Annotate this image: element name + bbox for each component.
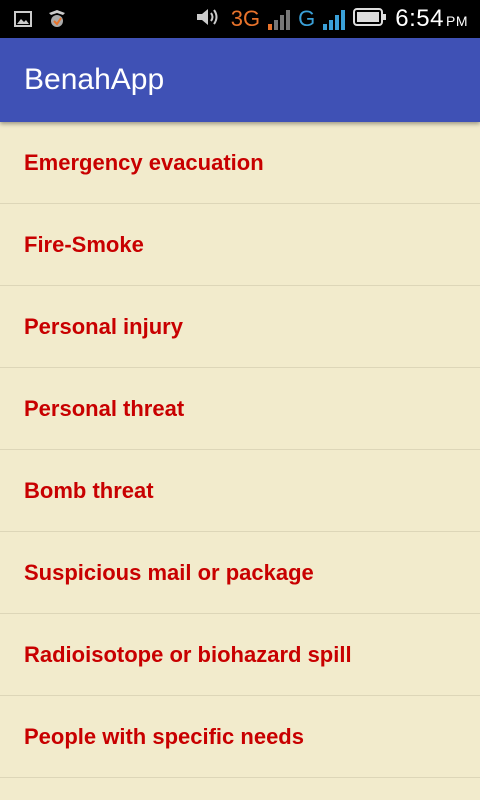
list-item-label: Personal injury: [24, 313, 183, 339]
notification-app-icon: [46, 9, 68, 34]
clock-ampm: PM: [446, 13, 468, 29]
volume-icon: [195, 6, 223, 33]
clock: 6:54 PM: [395, 5, 468, 33]
list-item-label: Suspicious mail or package: [24, 559, 314, 585]
list-item-suspicious-mail[interactable]: Suspicious mail or package: [0, 532, 480, 614]
app-bar: BenahApp: [0, 38, 480, 122]
list-item-label: Radioisotope or biohazard spill: [24, 641, 352, 667]
list-item-emergency-evacuation[interactable]: Emergency evacuation: [0, 122, 480, 204]
list-item-specific-needs[interactable]: People with specific needs: [0, 696, 480, 778]
app-title: BenahApp: [24, 63, 165, 96]
signal-icon-2: [323, 8, 346, 30]
status-bar-left: [14, 9, 68, 34]
list-item-personal-injury[interactable]: Personal injury: [0, 286, 480, 368]
menu-list: Emergency evacuation Fire-Smoke Personal…: [0, 122, 480, 778]
list-item-label: People with specific needs: [24, 723, 304, 749]
list-item-personal-threat[interactable]: Personal threat: [0, 368, 480, 450]
image-icon: [14, 11, 32, 32]
list-item-label: Emergency evacuation: [24, 149, 264, 175]
signal-icon: [268, 8, 291, 30]
list-item-label: Fire-Smoke: [24, 231, 144, 257]
clock-time: 6:54: [395, 5, 444, 32]
network-g-label: G: [298, 6, 316, 31]
status-bar: 3G G 6:54 PM: [0, 0, 480, 38]
list-item-fire-smoke[interactable]: Fire-Smoke: [0, 204, 480, 286]
status-bar-right: 3G G 6:54 PM: [195, 0, 468, 38]
list-item-label: Personal threat: [24, 395, 185, 421]
list-item-label: Bomb threat: [24, 477, 154, 503]
network-3g-label: 3G: [230, 6, 261, 31]
battery-icon: [353, 7, 387, 32]
list-item-radioisotope-spill[interactable]: Radioisotope or biohazard spill: [0, 614, 480, 696]
list-item-bomb-threat[interactable]: Bomb threat: [0, 450, 480, 532]
